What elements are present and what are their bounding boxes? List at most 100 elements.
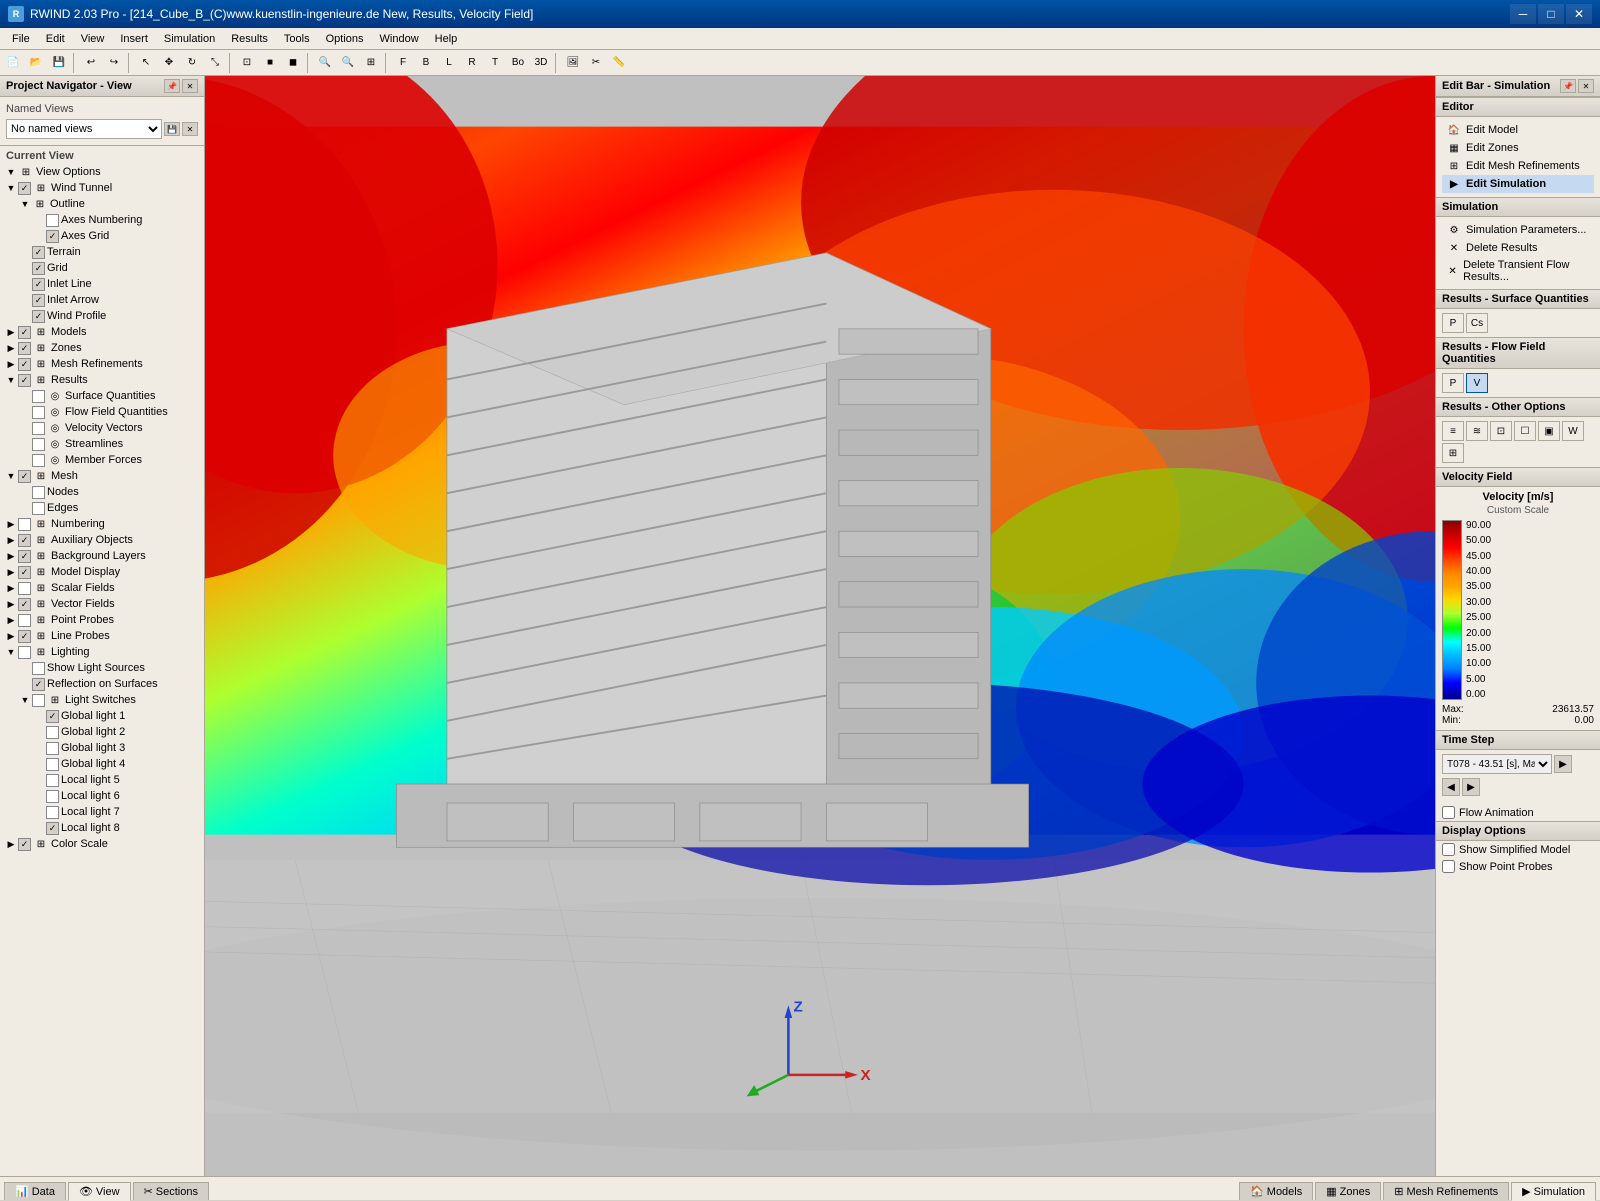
- check-model-display[interactable]: [18, 566, 31, 579]
- tree-item-vector-fields[interactable]: ▶ ⊞ Vector Fields: [0, 596, 204, 612]
- check-zones[interactable]: [18, 342, 31, 355]
- tab-models[interactable]: 🏠 Models: [1239, 1182, 1313, 1200]
- check-terrain[interactable]: [32, 246, 45, 259]
- expand-icon[interactable]: ▶: [4, 565, 18, 579]
- tb-new[interactable]: 📄: [2, 52, 24, 74]
- tree-item-local-light-8[interactable]: Local light 8: [0, 820, 204, 836]
- check-axes-numbering[interactable]: [46, 214, 59, 227]
- time-step-select[interactable]: T078 - 43.51 [s], Master: [1442, 754, 1552, 774]
- tree-item-inlet-arrow[interactable]: Inlet Arrow: [0, 292, 204, 308]
- tree-item-view-options[interactable]: ▼ ⊞ View Options: [0, 164, 204, 180]
- tree-item-edges[interactable]: Edges: [0, 500, 204, 516]
- check-lighting[interactable]: [18, 646, 31, 659]
- check-scalar-fields[interactable]: [18, 582, 31, 595]
- time-nav-prev[interactable]: ◀: [1442, 778, 1460, 796]
- tree-item-point-probes[interactable]: ▶ ⊞ Point Probes: [0, 612, 204, 628]
- tb-save[interactable]: 💾: [48, 52, 70, 74]
- expand-icon[interactable]: [32, 709, 46, 723]
- menu-options[interactable]: Options: [318, 31, 372, 47]
- expand-icon[interactable]: [18, 405, 32, 419]
- tree-item-terrain[interactable]: Terrain: [0, 244, 204, 260]
- tb-right[interactable]: R: [461, 52, 483, 74]
- delete-results-btn[interactable]: ✕ Delete Results: [1442, 239, 1594, 257]
- expand-icon[interactable]: [32, 821, 46, 835]
- tb-scale[interactable]: ⤡: [204, 52, 226, 74]
- menu-results[interactable]: Results: [223, 31, 276, 47]
- expand-icon[interactable]: [18, 501, 32, 515]
- tree-item-wind-profile[interactable]: Wind Profile: [0, 308, 204, 324]
- tree-item-mesh[interactable]: ▼ ⊞ Mesh: [0, 468, 204, 484]
- expand-icon[interactable]: ▶: [4, 581, 18, 595]
- expand-icon[interactable]: ▶: [4, 837, 18, 851]
- tb-front[interactable]: F: [392, 52, 414, 74]
- named-views-dropdown[interactable]: No named views: [6, 119, 162, 139]
- tb-bottom[interactable]: Bo: [507, 52, 529, 74]
- tree-item-flow-field[interactable]: ◎ Flow Field Quantities: [0, 404, 204, 420]
- expand-icon[interactable]: ▼: [4, 469, 18, 483]
- check-reflection[interactable]: [32, 678, 45, 691]
- expand-icon[interactable]: [32, 789, 46, 803]
- tree-item-global-light-4[interactable]: Global light 4: [0, 756, 204, 772]
- tree-item-results[interactable]: ▼ ⊞ Results: [0, 372, 204, 388]
- check-global-1[interactable]: [46, 710, 59, 723]
- tb-clip[interactable]: ✂: [585, 52, 607, 74]
- check-show-lights[interactable]: [32, 662, 45, 675]
- tree-item-numbering[interactable]: ▶ ⊞ Numbering: [0, 516, 204, 532]
- tb-measure[interactable]: 📏: [608, 52, 630, 74]
- tab-view[interactable]: 👁 View: [68, 1182, 131, 1201]
- expand-icon[interactable]: [18, 485, 32, 499]
- opt-btn-7[interactable]: ⊞: [1442, 443, 1464, 463]
- show-point-probes-checkbox[interactable]: [1442, 860, 1455, 873]
- expand-icon[interactable]: ▶: [4, 549, 18, 563]
- tb-open[interactable]: 📂: [25, 52, 47, 74]
- expand-icon[interactable]: [32, 757, 46, 771]
- tree-item-axes-numbering[interactable]: Axes Numbering: [0, 212, 204, 228]
- named-views-save-btn[interactable]: 💾: [164, 122, 180, 136]
- menu-insert[interactable]: Insert: [112, 31, 156, 47]
- expand-icon[interactable]: [18, 453, 32, 467]
- opt-btn-1[interactable]: ≡: [1442, 421, 1464, 441]
- check-global-3[interactable]: [46, 742, 59, 755]
- expand-icon[interactable]: ▶: [4, 325, 18, 339]
- expand-icon[interactable]: ▶: [4, 533, 18, 547]
- expand-icon[interactable]: [18, 261, 32, 275]
- tree-item-member-forces[interactable]: ◎ Member Forces: [0, 452, 204, 468]
- tree-item-light-switches[interactable]: ▼ ⊞ Light Switches: [0, 692, 204, 708]
- menu-simulation[interactable]: Simulation: [156, 31, 223, 47]
- tb-move[interactable]: ✥: [158, 52, 180, 74]
- close-button[interactable]: ✕: [1566, 4, 1592, 24]
- check-member-forces[interactable]: [32, 454, 45, 467]
- check-wind-tunnel[interactable]: [18, 182, 31, 195]
- tree-item-global-light-1[interactable]: Global light 1: [0, 708, 204, 724]
- check-wind-profile[interactable]: [32, 310, 45, 323]
- opt-btn-3[interactable]: ⊡: [1490, 421, 1512, 441]
- check-results[interactable]: [18, 374, 31, 387]
- expand-icon[interactable]: ▼: [4, 645, 18, 659]
- expand-icon[interactable]: [32, 725, 46, 739]
- expand-icon[interactable]: [18, 277, 32, 291]
- tree-item-model-display[interactable]: ▶ ⊞ Model Display: [0, 564, 204, 580]
- check-edges[interactable]: [32, 502, 45, 515]
- tb-select[interactable]: ↖: [135, 52, 157, 74]
- tab-mesh-refinements[interactable]: ⊞ Mesh Refinements: [1383, 1182, 1509, 1200]
- check-local-5[interactable]: [46, 774, 59, 787]
- check-mesh-ref[interactable]: [18, 358, 31, 371]
- time-nav-next[interactable]: ▶: [1462, 778, 1480, 796]
- minimize-button[interactable]: ─: [1510, 4, 1536, 24]
- tab-simulation[interactable]: ▶ Simulation: [1511, 1182, 1596, 1201]
- expand-icon[interactable]: ▼: [18, 197, 32, 211]
- expand-icon[interactable]: [18, 293, 32, 307]
- check-streamlines[interactable]: [32, 438, 45, 451]
- tree-item-axes-grid[interactable]: Axes Grid: [0, 228, 204, 244]
- tree-item-outline[interactable]: ▼ ⊞ Outline: [0, 196, 204, 212]
- check-models[interactable]: [18, 326, 31, 339]
- tree-item-color-scale[interactable]: ▶ ⊞ Color Scale: [0, 836, 204, 852]
- tb-fit[interactable]: ⊞: [360, 52, 382, 74]
- edit-mesh-refinements-btn[interactable]: ⊞ Edit Mesh Refinements: [1442, 157, 1594, 175]
- expand-icon[interactable]: [32, 229, 46, 243]
- expand-icon[interactable]: ▼: [4, 373, 18, 387]
- expand-icon[interactable]: [18, 245, 32, 259]
- check-surface-q[interactable]: [32, 390, 45, 403]
- check-aux-objects[interactable]: [18, 534, 31, 547]
- expand-icon[interactable]: ▶: [4, 341, 18, 355]
